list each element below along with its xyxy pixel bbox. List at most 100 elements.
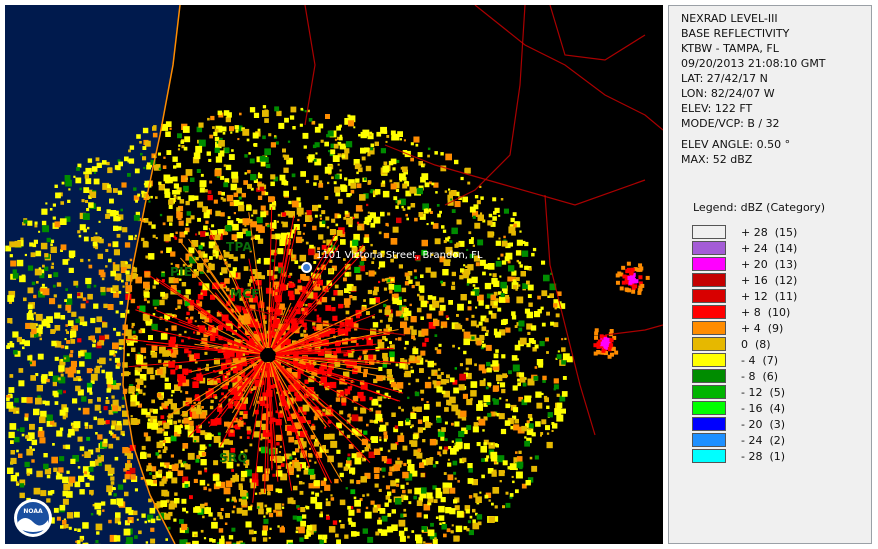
echo-cell — [149, 472, 152, 475]
echo-cell — [487, 412, 492, 418]
echo-cell — [401, 287, 407, 293]
echo-cell — [60, 244, 67, 251]
echo-cell — [42, 288, 50, 296]
echo-cell — [113, 493, 117, 497]
echo-cell — [509, 463, 517, 470]
echo-cell — [74, 481, 81, 488]
echo-cell — [185, 542, 191, 544]
echo-cell — [204, 469, 208, 473]
echo-cell — [432, 299, 436, 304]
echo-cell — [494, 505, 498, 509]
echo-cell — [90, 513, 94, 516]
echo-cell — [190, 317, 193, 320]
radar-map-canvas[interactable] — [5, 5, 663, 544]
echo-cell — [56, 282, 62, 287]
echo-cell — [196, 408, 202, 415]
radar-map[interactable]: TPA PIE MCF SRQ 1101 Victoria Street, Br… — [5, 5, 663, 544]
echo-cell — [460, 410, 467, 417]
echo-cell — [152, 299, 159, 306]
echo-cell — [406, 482, 409, 485]
echo-cell — [298, 212, 302, 217]
echo-cell — [452, 460, 458, 466]
echo-cell — [67, 433, 72, 438]
echo-cell — [68, 526, 72, 530]
echo-cell — [222, 132, 226, 135]
echo-cell — [525, 427, 528, 430]
echo-cell — [204, 189, 208, 193]
echo-cell — [190, 215, 195, 220]
echo-cell — [446, 399, 452, 406]
echo-cell — [165, 350, 171, 356]
legend-swatch — [692, 289, 726, 303]
echo-cell — [358, 134, 361, 137]
echo-cell — [196, 455, 201, 459]
echo-cell — [352, 239, 359, 246]
echo-cell — [252, 132, 259, 139]
echo-cell — [518, 327, 523, 332]
echo-cell — [228, 154, 235, 160]
location-pin-icon[interactable] — [301, 262, 312, 273]
echo-cell — [308, 154, 315, 161]
echo-cell — [107, 167, 113, 174]
echo-cell — [184, 424, 190, 430]
echo-cell — [206, 151, 211, 156]
echo-cell — [150, 527, 155, 532]
echo-cell — [512, 364, 520, 372]
echo-cell — [444, 421, 448, 425]
echo-cell — [29, 423, 35, 430]
echo-cell — [516, 456, 523, 462]
echo-cell — [177, 419, 181, 423]
echo-cell — [39, 437, 46, 444]
echo-cell — [518, 284, 521, 287]
echo-cell — [347, 505, 351, 510]
echo-cell — [334, 478, 339, 484]
echo-cell — [66, 512, 74, 519]
echo-cell — [129, 145, 135, 150]
echo-cell — [35, 397, 42, 405]
echo-cell — [379, 436, 382, 439]
echo-cell — [68, 267, 74, 273]
echo-cell — [524, 436, 527, 439]
echo-cell — [402, 445, 408, 451]
echo-cell — [421, 173, 429, 180]
echo-cell — [185, 177, 188, 181]
echo-cell — [454, 367, 457, 370]
echo-cell — [152, 132, 158, 138]
echo-cell — [333, 143, 339, 149]
echo-cell — [217, 110, 223, 116]
echo-cell — [96, 206, 101, 211]
echo-cell — [193, 381, 199, 387]
echo-cell — [510, 217, 515, 223]
echo-cell — [107, 304, 114, 310]
echo-cell — [367, 153, 371, 157]
echo-cell — [387, 279, 391, 283]
echo-cell — [451, 285, 456, 290]
echo-cell — [486, 455, 490, 459]
echo-cell — [203, 225, 208, 231]
echo-cell — [55, 192, 61, 199]
echo-cell — [209, 405, 214, 410]
echo-cell — [52, 381, 57, 387]
echo-cell — [213, 460, 219, 466]
legend-label: - 20 (3) — [741, 417, 786, 431]
echo-cell — [375, 413, 383, 421]
echo-cell — [128, 149, 131, 153]
echo-cell — [420, 350, 426, 356]
echo-cell — [209, 256, 213, 260]
echo-cell — [96, 316, 103, 323]
echo-cell — [370, 243, 373, 247]
echo-cell — [245, 230, 252, 237]
echo-cell — [122, 433, 125, 437]
echo-cell — [104, 334, 110, 340]
echo-cell — [144, 271, 151, 278]
echo-cell — [512, 480, 515, 484]
echo-cell — [33, 312, 37, 315]
echo-cell — [23, 219, 28, 224]
legend-swatch — [692, 225, 726, 239]
echo-cell — [58, 365, 65, 372]
echo-cell — [404, 527, 408, 532]
echo-cell — [451, 281, 455, 285]
echo-cell — [359, 194, 366, 201]
echo-cell — [177, 196, 181, 200]
echo-cell — [240, 477, 245, 482]
